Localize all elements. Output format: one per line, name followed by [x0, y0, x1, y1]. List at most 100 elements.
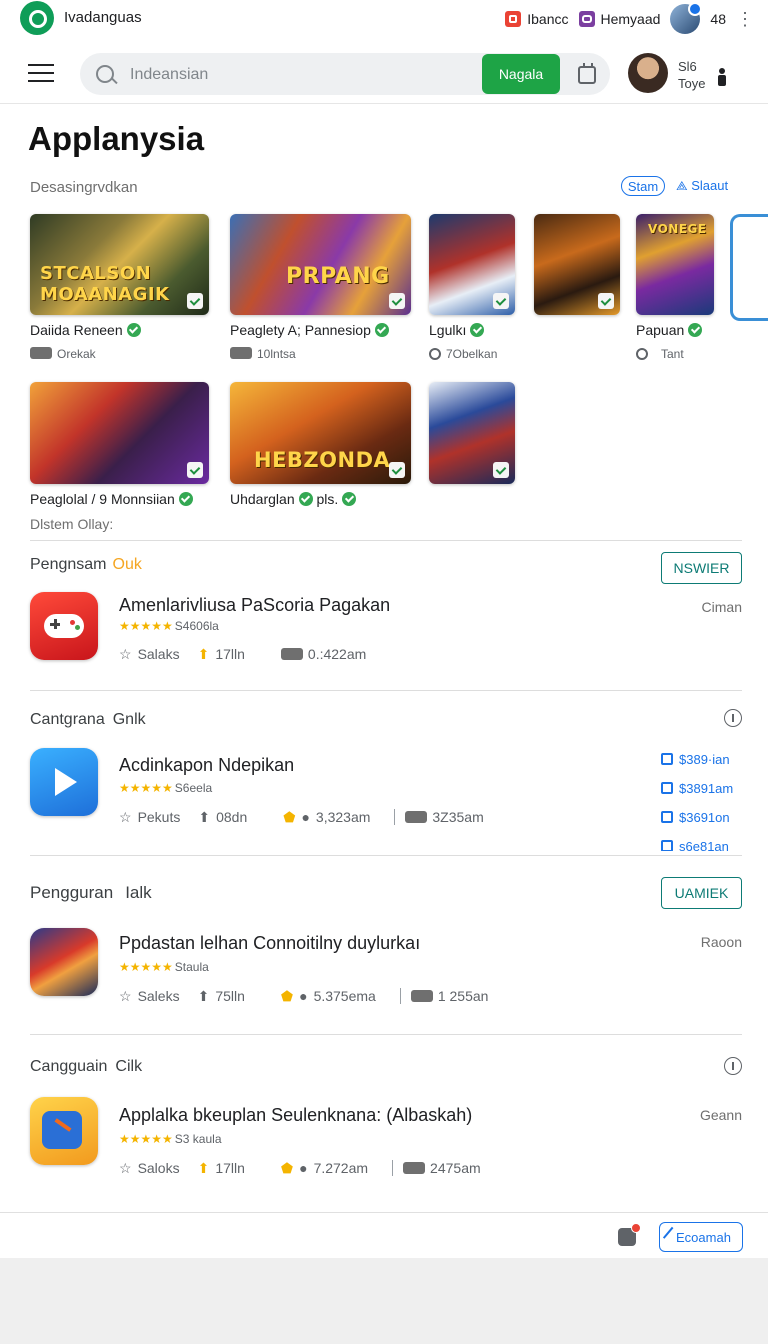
section-title: Pengnsam Ouk — [30, 556, 142, 574]
app-name[interactable]: Applalka bkeuplan Seulenknana: (Albaskah… — [119, 1105, 472, 1126]
price-link[interactable]: s6e81an — [661, 839, 733, 851]
app-meta-row: ☆ Salaks ⬆ 17lln 0.:422am — [119, 644, 366, 664]
featured-section-label: Desasingrvdkan — [30, 179, 138, 196]
price-link-text: s6e81an — [679, 839, 729, 851]
clock-icon — [429, 348, 441, 360]
card-title: Papuan — [636, 322, 703, 338]
price-link-text: $3891am — [679, 781, 734, 796]
top-chip-hemyaad[interactable]: Hemyaad — [578, 11, 660, 27]
top-chip-label: Ibancc — [527, 11, 569, 27]
card-title: Daiida Reneen — [30, 322, 141, 338]
more-options-icon[interactable]: ⋮ — [736, 10, 754, 28]
bottom-action-label: Ecoamah — [676, 1229, 731, 1245]
app-meta-row: ☆ Pekuts ⬆ 08dn ⬟ ● 3,323am 3Z35am — [119, 807, 484, 827]
section-accent: Ialk — [125, 883, 152, 902]
app-name[interactable]: Amenlarivliusa PaScoria Pagakan — [119, 595, 390, 616]
card-title: Lgulkı — [429, 322, 485, 338]
card-title: Peaglety A; Pannesiop — [230, 322, 389, 338]
brand-logo-icon[interactable] — [20, 1, 54, 35]
calendar-icon[interactable] — [578, 63, 596, 84]
section-title-text: Pengnsam — [30, 556, 107, 573]
price-link[interactable]: $389·ian — [661, 752, 733, 781]
clock-icon — [636, 348, 648, 360]
bottom-action-button[interactable]: Ecoamah — [659, 1222, 743, 1252]
check-icon — [374, 323, 389, 337]
rating-stars: ★★★★★ S6eela — [119, 781, 212, 795]
section-action-button[interactable]: UAMIEK — [661, 877, 742, 909]
rating-stars: ★★★★★ Staula — [119, 960, 209, 974]
card-title-text: Lgulkı — [429, 322, 467, 338]
featured-card[interactable] — [429, 214, 515, 315]
user-label-2: Toye — [678, 76, 706, 91]
warning-icon: ⬟ — [280, 1159, 294, 1176]
see-all-link[interactable]: ⟁ Slaaut — [676, 178, 728, 194]
card-title: Peaglolal / 9 Monnsiian — [30, 491, 193, 507]
download-icon: ⬆ — [197, 1159, 210, 1176]
notification-count: 48 — [710, 11, 726, 27]
user-label-1: Sl6 — [678, 59, 697, 74]
tag-icon — [230, 347, 252, 359]
price-link-text: $389·ian — [679, 752, 730, 767]
rating-caption: Staula — [174, 960, 209, 974]
user-avatar[interactable] — [628, 53, 668, 93]
verified-badge-icon — [493, 462, 509, 478]
price-link[interactable]: $3891am — [661, 781, 733, 810]
tag-icon — [410, 990, 433, 1002]
featured-card[interactable]: STCALSON MOAANAGIK — [30, 214, 209, 315]
card-meta: 10lntsa — [230, 347, 296, 361]
featured-card[interactable]: VONEGE — [636, 214, 714, 315]
section-accent: Ouk — [112, 556, 142, 573]
featured-card[interactable] — [30, 382, 209, 484]
page-title: Applanysia — [28, 120, 205, 157]
app-name[interactable]: Ppdastan lelhan Connoitilny duylurkaı — [119, 933, 420, 954]
search-icon — [96, 65, 114, 83]
top-chip-ibancc[interactable]: Ibancc — [505, 11, 569, 27]
card-title: Uhdarglan pls. — [230, 491, 357, 507]
card-meta: Orekak — [30, 347, 96, 361]
download-icon: ⬆ — [197, 987, 210, 1004]
featured-card[interactable]: PRPANG — [230, 214, 411, 315]
brand-name: Ivadanguas — [64, 9, 142, 26]
play-app-icon[interactable] — [30, 748, 98, 816]
message-icon[interactable] — [618, 1223, 641, 1246]
search-input[interactable] — [128, 62, 432, 88]
stars-text: ★★★★★ — [119, 1132, 173, 1146]
arrow-app-icon[interactable] — [30, 1097, 98, 1165]
rating-stars: ★★★★★ S3 kaula — [119, 1132, 222, 1146]
info-icon[interactable] — [724, 709, 742, 727]
account-avatar[interactable] — [670, 2, 703, 34]
meta-text: 08dn — [216, 809, 248, 825]
featured-card-partial[interactable] — [730, 214, 768, 321]
link-icon — [661, 782, 673, 794]
battle-app-icon[interactable] — [30, 928, 98, 996]
card-art-text: HEBZONDA — [254, 448, 391, 472]
gamepad-app-icon[interactable] — [30, 592, 98, 660]
featured-card[interactable]: HEBZONDA — [230, 382, 411, 484]
meta-text: Salaks — [137, 646, 180, 662]
card-meta: Tant — [636, 347, 684, 361]
app-name[interactable]: Acdinkapon Ndepikan — [119, 755, 294, 776]
info-icon[interactable] — [724, 1057, 742, 1075]
top-bar: Ivadanguas Ibancc Hemyaad 48 ⋮ — [0, 0, 768, 36]
check-icon — [688, 323, 703, 337]
tag-icon — [30, 347, 52, 359]
featured-card[interactable] — [429, 382, 515, 484]
verified-badge-icon — [598, 293, 614, 309]
top-right-group: Ibancc Hemyaad 48 ⋮ — [505, 2, 754, 34]
filter-pill[interactable]: Stam — [621, 176, 665, 196]
card-meta-text: Orekak — [57, 347, 96, 361]
section-accent: Cilk — [115, 1058, 143, 1075]
warning-icon: ⬟ — [280, 987, 294, 1004]
search-button[interactable]: Nagala — [482, 54, 560, 94]
price-link[interactable]: $3691on — [661, 810, 733, 839]
section-title-text: Pengguran — [30, 883, 114, 902]
featured-card[interactable] — [534, 214, 620, 315]
card-title-text: Uhdarglan — [230, 491, 295, 507]
section-title: Pengguran Ialk — [30, 883, 152, 903]
hamburger-menu-icon[interactable] — [28, 64, 54, 84]
meta-text: Pekuts — [137, 809, 181, 825]
section-action-button[interactable]: NSWIER — [661, 552, 742, 584]
check-icon — [178, 492, 193, 506]
tag-icon — [403, 1162, 426, 1174]
person-icon[interactable] — [718, 68, 726, 86]
